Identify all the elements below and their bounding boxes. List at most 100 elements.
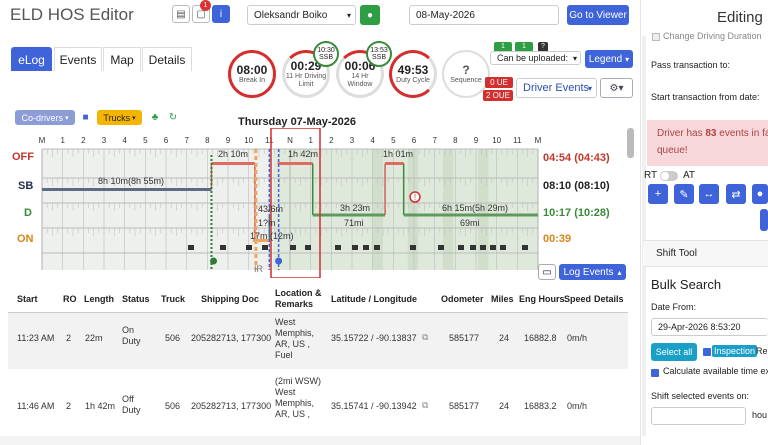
- copy-icon[interactable]: ⧉: [422, 332, 428, 343]
- chevron-down-icon: ▾: [572, 53, 577, 63]
- tab-map[interactable]: Map: [103, 47, 141, 71]
- hour-tick-label: 1: [308, 136, 313, 145]
- row-label-d: D: [24, 207, 32, 219]
- hour-tick-label: 10: [492, 136, 501, 145]
- hour-tick-label: 3: [102, 136, 107, 145]
- col-length: Length: [84, 294, 114, 304]
- select-all-button[interactable]: Select all: [651, 343, 697, 361]
- table-row[interactable]: 11:46 AM 2 1h 42m Off Duty 506 205282713…: [8, 372, 628, 442]
- log-events-button[interactable]: Log Events ▴: [559, 264, 626, 280]
- segment-label: 17m (12m): [250, 231, 294, 241]
- swap-event-button[interactable]: ⇄: [726, 184, 746, 204]
- row-label-sb: SB: [18, 180, 34, 192]
- at-label: AT: [683, 170, 696, 181]
- chevron-down-icon: ▾: [65, 114, 69, 122]
- scrollbar[interactable]: [627, 128, 634, 158]
- shaded-region: [407, 149, 419, 270]
- camera-icon: [363, 245, 369, 250]
- driver-events-select[interactable]: Driver Events ▾: [516, 78, 597, 98]
- table-row[interactable]: 11:23 AM 2 22m On Duty 506 205282713, 17…: [8, 313, 628, 369]
- col-odometer: Odometer: [441, 294, 484, 304]
- document-button[interactable]: ▤: [172, 5, 190, 23]
- col-speed: Speed: [564, 294, 592, 304]
- panel-scrollbar[interactable]: [642, 36, 646, 436]
- camera-icon: [305, 245, 311, 250]
- settings-button[interactable]: ⚙▾: [600, 78, 633, 98]
- calculate-label: Calculate available time ex: [663, 366, 768, 376]
- legend-button[interactable]: Legend ▾: [585, 50, 633, 68]
- hours-unit-label: hou: [752, 410, 768, 420]
- copy-icon[interactable]: ⧉: [422, 400, 428, 411]
- hour-tick-label: 1: [60, 136, 65, 145]
- camera-icon: [490, 245, 496, 250]
- change-duration-checkbox[interactable]: [652, 33, 660, 41]
- calculate-checkbox[interactable]: [651, 369, 659, 377]
- camera-icon: [352, 245, 358, 250]
- info-button[interactable]: i: [212, 5, 230, 23]
- camera-icon: [480, 245, 486, 250]
- trailer-button[interactable]: ♣: [148, 110, 162, 125]
- document-icon: ▤: [176, 8, 186, 20]
- driver-select[interactable]: Oleksandr Boiko ▾: [247, 5, 356, 25]
- rt-at-toggle[interactable]: [660, 171, 678, 181]
- inspection-tag: Inspection: [712, 345, 758, 357]
- chat-button[interactable]: ▭: [538, 264, 556, 280]
- hour-tick-label: 7: [184, 136, 189, 145]
- add-event-button[interactable]: +: [648, 184, 668, 204]
- upload-select[interactable]: Can be uploaded: ▾: [490, 51, 581, 65]
- tab-elog[interactable]: eLog: [11, 47, 52, 71]
- day-title: Thursday 07-May-2026: [238, 116, 356, 128]
- col-location: Location & Remarks: [275, 288, 322, 309]
- event-dot: [210, 257, 218, 265]
- user-icon: ●: [756, 188, 764, 200]
- date-input[interactable]: 08-May-2026: [409, 5, 559, 25]
- hos-grid-chart[interactable]: M 1 2 3 4 5 6 7 8 9 10 11 N 1 2 3 4 5 6 7 8 9 10 11 M!: [0, 128, 640, 278]
- camera-icon: [522, 245, 528, 250]
- camera-icon: [188, 245, 194, 250]
- camera-icon: [458, 245, 464, 250]
- edit-event-button[interactable]: ✎: [674, 184, 694, 204]
- date-from-input[interactable]: 29-Apr-2026 8:53:20: [651, 318, 768, 336]
- hour-tick-label: 2: [329, 136, 334, 145]
- tab-events[interactable]: Events: [54, 47, 102, 71]
- col-details: Details: [594, 294, 624, 304]
- segment-label: IR: [254, 264, 263, 274]
- more-event-button[interactable]: [760, 209, 768, 231]
- tab-details[interactable]: Details: [142, 47, 192, 71]
- queue-alert-text: Driver has 83 events in fa: [657, 128, 768, 139]
- segment-label: 8h 10m(8h 55m): [98, 176, 165, 186]
- chat-icon: ▭: [542, 266, 552, 278]
- row-total-sb: 08:10 (08:10): [543, 180, 610, 192]
- shaded-region: [372, 149, 383, 270]
- hour-tick-label: 11: [265, 136, 274, 145]
- trailer-icon: ♣: [151, 112, 159, 123]
- row-total-d: 10:17 (10:28): [543, 207, 610, 219]
- camera-icon: [246, 245, 252, 250]
- trucks-button[interactable]: Trucks ▾: [97, 110, 142, 125]
- inspection-checkbox[interactable]: [703, 348, 711, 356]
- hour-tick-label: 9: [226, 136, 231, 145]
- notification-badge: 1: [200, 0, 211, 11]
- hour-tick-label: 5: [143, 136, 148, 145]
- co-drivers-button[interactable]: Co-drivers ▾: [15, 110, 75, 125]
- camera-icon: [410, 245, 416, 250]
- chevron-down-icon: ▾: [625, 54, 630, 64]
- shift-hours-input[interactable]: [651, 407, 746, 425]
- resize-event-button[interactable]: ↔: [699, 184, 719, 204]
- hour-tick-label: 7: [432, 136, 437, 145]
- camera-icon: [335, 245, 341, 250]
- go-to-viewer-button[interactable]: Go to Viewer: [567, 5, 629, 25]
- driver-profile-button[interactable]: ●: [360, 5, 380, 25]
- refresh-button[interactable]: ↻: [166, 110, 180, 125]
- segment-label: 6h 15m(5h 29m): [442, 203, 509, 213]
- chevron-down-icon: ▾: [587, 83, 592, 93]
- chevron-down-icon: ▾: [132, 114, 136, 122]
- col-miles: Miles: [491, 294, 514, 304]
- hour-tick-label: M: [39, 136, 46, 145]
- queue-alert: [647, 120, 768, 166]
- truck-icon-button[interactable]: ■: [78, 110, 93, 125]
- user-event-button[interactable]: ●: [752, 184, 768, 204]
- camera-icon: [262, 245, 268, 250]
- hour-tick-label: N: [287, 136, 293, 145]
- col-eng-hours: Eng Hours: [519, 294, 565, 304]
